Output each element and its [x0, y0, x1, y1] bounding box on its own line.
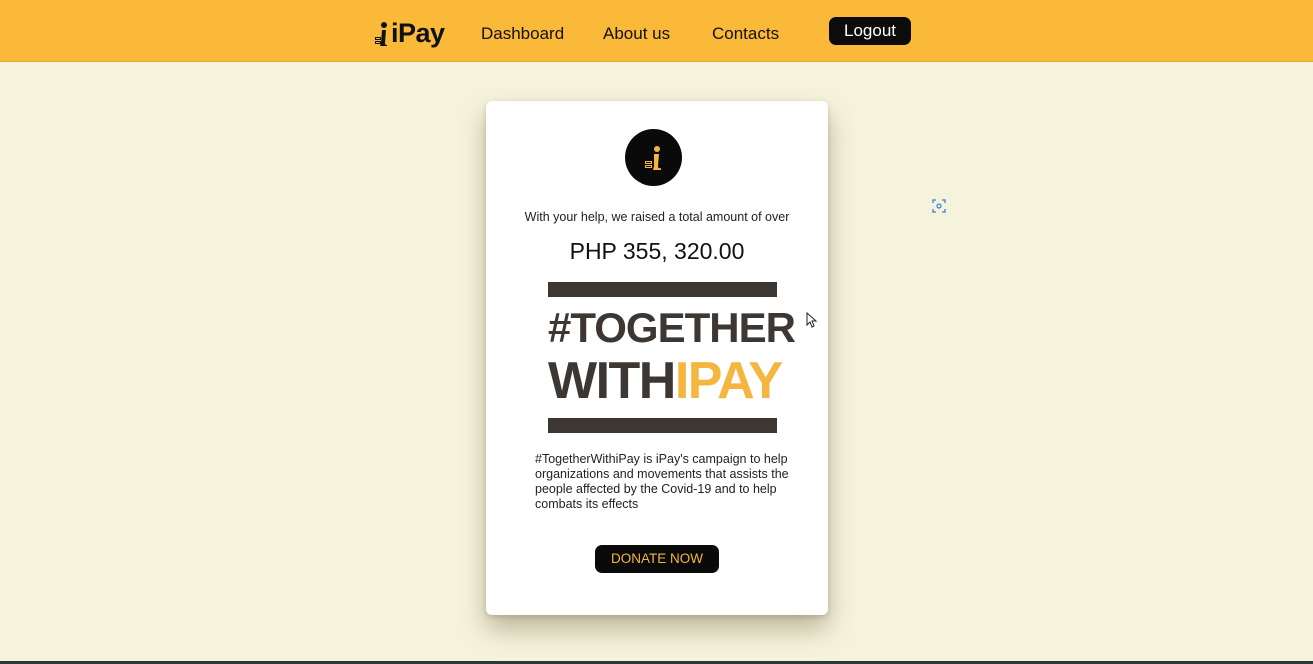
brand-logo[interactable]: iPay [374, 17, 445, 47]
banner-line-2: WITHIPAY [548, 352, 783, 410]
focus-frame-icon [932, 199, 946, 213]
campaign-card: With your help, we raised a total amount… [486, 101, 828, 615]
banner-top-bar [548, 282, 777, 297]
logout-button[interactable]: Logout [829, 17, 911, 45]
banner-line-1: #TOGETHER [548, 304, 796, 351]
together-with-ipay-banner: #TOGETHER WITHIPAY [548, 282, 796, 434]
banner-word-ipay: IPAY [674, 352, 783, 410]
mouse-cursor-icon [806, 312, 818, 328]
nav-about-us[interactable]: About us [603, 24, 670, 44]
banner-bottom-bar [548, 418, 777, 433]
top-navigation-bar: iPay Dashboard About us Contacts Logout [0, 0, 1313, 62]
banner-word-with: WITH [548, 352, 676, 410]
ipay-mark-icon [644, 145, 661, 170]
intro-text: With your help, we raised a total amount… [524, 210, 790, 224]
nav-contacts[interactable]: Contacts [712, 24, 779, 44]
ipay-circle-logo-icon [625, 129, 682, 186]
nav-dashboard[interactable]: Dashboard [481, 24, 564, 44]
donate-now-button[interactable]: DONATE NOW [595, 545, 719, 573]
brand-name: iPay [391, 18, 445, 48]
raised-amount: PHP 355, 320.00 [569, 238, 745, 264]
campaign-description: #TogetherWithiPay is iPay's campaign to … [535, 452, 789, 511]
ipay-logo-icon [375, 22, 387, 46]
